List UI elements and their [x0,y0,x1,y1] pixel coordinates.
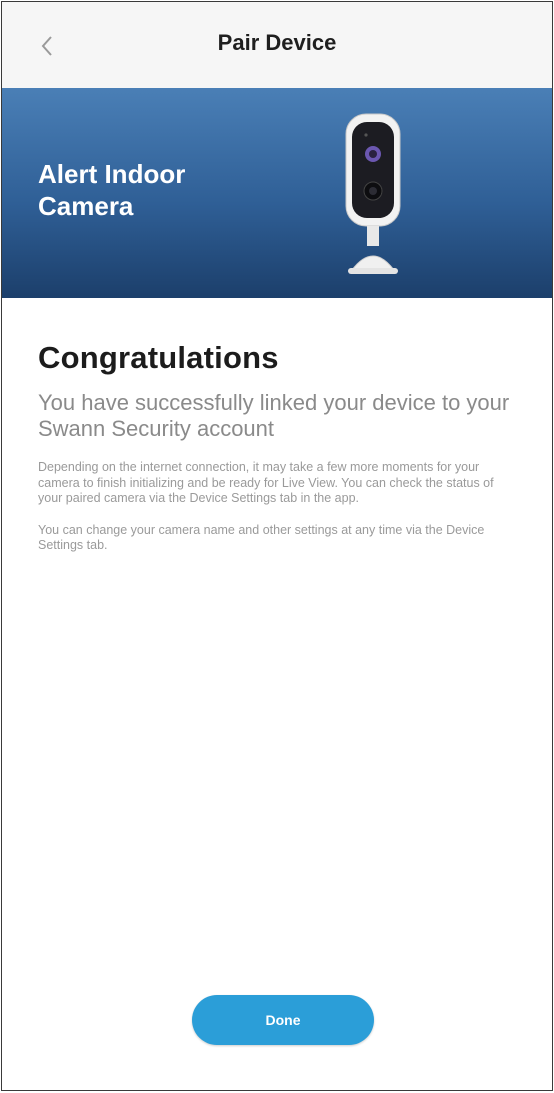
header-bar: Pair Device [2,2,552,88]
success-heading: Congratulations [38,340,279,375]
content-section: Congratulations You have successfully li… [38,302,532,554]
settings-note: You can change your camera name and othe… [38,522,485,553]
initializing-note: Depending on the internet connection, it… [38,460,494,505]
page-title: Pair Device [217,30,337,55]
success-subtitle: You have successfully linked your device… [38,390,510,441]
done-button[interactable]: Done [192,995,374,1045]
device-banner: Alert Indoor Camera [2,88,552,298]
device-name: Alert Indoor Camera [38,159,186,221]
phone-screen: Pair Device Alert Indoor Camera Congratu… [1,1,553,1091]
security-camera-icon [345,113,401,274]
